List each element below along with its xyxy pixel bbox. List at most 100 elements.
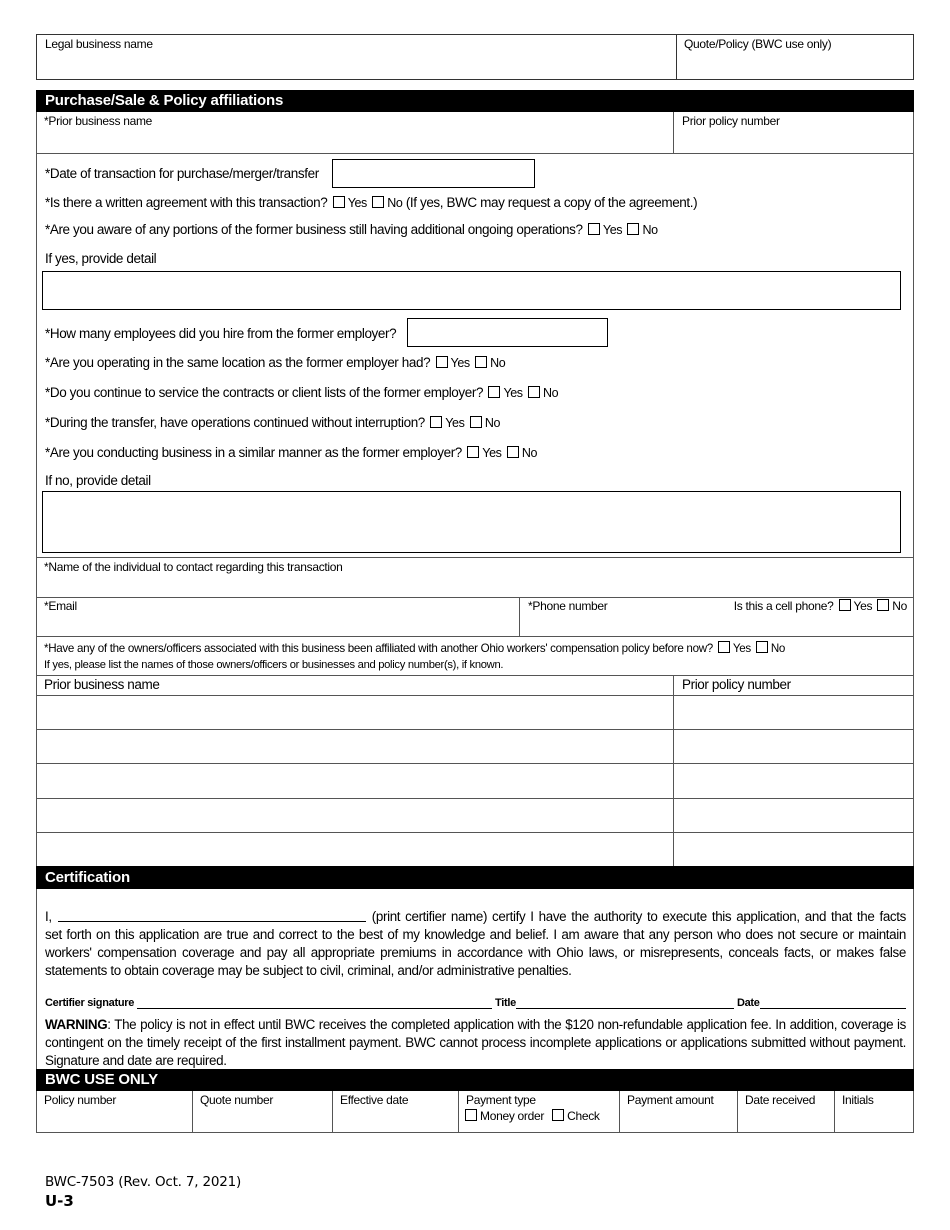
no-label: No (642, 223, 658, 237)
signature-row: Certifier signature Title Date (45, 997, 906, 1009)
table-row (36, 833, 914, 866)
operations-continued-question: *During the transfer, have operations co… (45, 415, 425, 430)
quote-policy-field[interactable]: Quote/Policy (BWC use only) (676, 34, 914, 80)
service-contracts-row: *Do you continue to service the contract… (45, 385, 559, 400)
column-header-prior-business-name: Prior business name (44, 677, 160, 692)
prior-policy-number-cell[interactable] (674, 730, 914, 763)
similar-manner-yes-checkbox[interactable] (467, 446, 480, 458)
prior-business-name-cell[interactable] (36, 833, 673, 866)
payment-check-checkbox[interactable] (552, 1109, 565, 1121)
ongoing-operations-no-checkbox[interactable] (627, 223, 640, 235)
affiliated-note: If yes, please list the names of those o… (44, 659, 504, 671)
title-label: Title (495, 997, 516, 1009)
no-label: No (543, 386, 559, 400)
if-no-detail-input[interactable] (42, 491, 901, 553)
date-input[interactable] (759, 999, 906, 1009)
yes-label: Yes (347, 196, 368, 210)
ongoing-operations-yes-checkbox[interactable] (587, 223, 600, 235)
prior-policy-number-field[interactable]: Prior policy number (674, 112, 913, 153)
if-no-detail-label: If no, provide detail (45, 473, 151, 488)
similar-manner-no-checkbox[interactable] (506, 446, 519, 458)
prior-policy-number-cell[interactable] (674, 833, 914, 866)
legal-business-name-field[interactable]: Legal business name (36, 34, 677, 80)
service-contracts-question: *Do you continue to service the contract… (45, 385, 484, 400)
no-label: No (387, 196, 403, 210)
certifier-signature-input[interactable] (137, 999, 493, 1009)
prior-business-name-cell[interactable] (36, 696, 673, 729)
divider (36, 153, 914, 154)
no-label: No (490, 356, 506, 370)
date-label: Date (736, 997, 760, 1009)
page-code: U-3 (45, 1192, 74, 1210)
bwc-field-policy-number[interactable]: Policy number (37, 1091, 192, 1132)
prior-business-name-field[interactable]: *Prior business name (37, 112, 673, 153)
date-of-transaction-input[interactable] (332, 159, 535, 188)
prior-policy-number-cell[interactable] (674, 696, 914, 729)
section-header-bwc-use-only: BWC USE ONLY (36, 1069, 914, 1091)
same-location-no-checkbox[interactable] (475, 356, 488, 368)
payment-option-label: Check (567, 1109, 600, 1123)
prior-policy-number-cell[interactable] (674, 799, 914, 832)
bwc-field-quote-number[interactable]: Quote number (192, 1091, 332, 1132)
prior-business-name-cell[interactable] (36, 764, 673, 797)
cell-phone-no-checkbox[interactable] (877, 599, 890, 611)
prior-policy-number-label: Prior policy number (682, 114, 780, 128)
table-row (36, 730, 914, 763)
warning-label: WARNING (45, 1017, 108, 1032)
similar-manner-row: *Are you conducting business in a simila… (45, 445, 537, 460)
column-header-prior-policy-number: Prior policy number (682, 677, 791, 692)
yes-label: Yes (853, 599, 873, 613)
yes-label: Yes (450, 356, 471, 370)
contact-name-label: *Name of the individual to contact regar… (44, 560, 343, 574)
bwc-column-label: Payment type (466, 1093, 536, 1107)
email-field[interactable]: *Email (37, 598, 519, 636)
yes-label: Yes (732, 642, 751, 655)
written-agreement-no-checkbox[interactable] (372, 196, 385, 208)
affiliated-question: *Have any of the owners/officers associa… (44, 642, 713, 655)
table-row (36, 799, 914, 832)
bwc-field-payment-type[interactable]: Payment type Money order Check (458, 1091, 619, 1132)
bwc-column-label: Effective date (340, 1093, 409, 1107)
no-label: No (521, 446, 538, 460)
bwc-column-label: Initials (842, 1093, 874, 1107)
no-label: No (892, 599, 907, 613)
bwc-field-date-received[interactable]: Date received (737, 1091, 834, 1132)
quote-policy-label: Quote/Policy (BWC use only) (684, 37, 832, 51)
operations-continued-yes-checkbox[interactable] (430, 416, 443, 428)
affiliated-no-checkbox[interactable] (755, 641, 768, 653)
date-of-transaction-label: *Date of transaction for purchase/merger… (45, 166, 319, 181)
section-left-border (36, 889, 37, 1069)
contact-name-field[interactable]: *Name of the individual to contact regar… (37, 558, 913, 597)
divider (36, 636, 914, 637)
prior-business-name-label: *Prior business name (44, 114, 153, 128)
certifier-name-input[interactable] (57, 908, 366, 922)
payment-money-order-checkbox[interactable] (465, 1109, 477, 1121)
prior-business-name-cell[interactable] (36, 799, 673, 832)
employees-hired-input[interactable] (407, 318, 608, 347)
cell-phone-row: Is this a cell phone? Yes No (734, 599, 907, 613)
bwc-field-effective-date[interactable]: Effective date (332, 1091, 458, 1132)
bwc-field-initials[interactable]: Initials (834, 1091, 914, 1132)
title-input[interactable] (515, 999, 734, 1009)
affiliated-yes-checkbox[interactable] (717, 641, 730, 653)
yes-label: Yes (602, 223, 623, 237)
similar-manner-question: *Are you conducting business in a simila… (45, 445, 462, 460)
phone-number-label: *Phone number (528, 599, 608, 613)
bwc-column-label: Date received (745, 1093, 816, 1107)
phone-number-field[interactable]: *Phone number Is this a cell phone? Yes … (520, 598, 913, 636)
cell-phone-yes-checkbox[interactable] (838, 599, 851, 611)
service-contracts-no-checkbox[interactable] (528, 386, 540, 398)
prior-policy-number-cell[interactable] (674, 764, 914, 797)
written-agreement-yes-checkbox[interactable] (332, 196, 345, 208)
if-yes-detail-input[interactable] (42, 271, 901, 310)
same-location-yes-checkbox[interactable] (435, 356, 448, 368)
no-label: No (770, 642, 786, 655)
prior-business-name-cell[interactable] (36, 730, 673, 763)
service-contracts-yes-checkbox[interactable] (488, 386, 501, 398)
operations-continued-no-checkbox[interactable] (469, 416, 482, 428)
affiliated-row: *Have any of the owners/officers associa… (44, 641, 785, 655)
warning-text: : The policy is not in effect until BWC … (45, 1017, 906, 1068)
written-agreement-row: *Is there a written agreement with this … (45, 195, 698, 210)
bwc-field-payment-amount[interactable]: Payment amount (619, 1091, 737, 1132)
bwc-column-label: Policy number (44, 1093, 117, 1107)
